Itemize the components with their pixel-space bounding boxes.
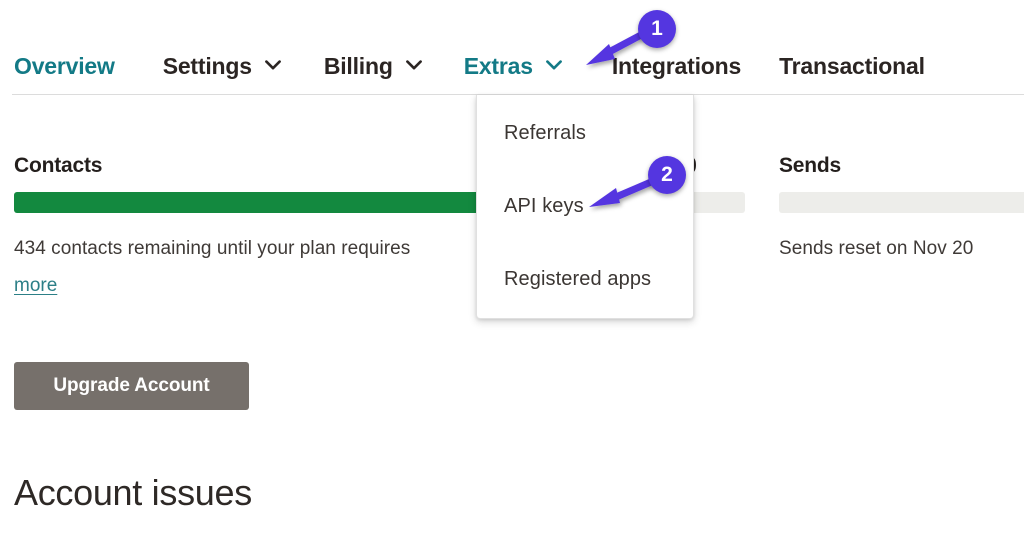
extras-dropdown-menu: Referrals API keys Registered apps (476, 95, 694, 319)
menu-item-referrals[interactable]: Referrals (504, 122, 586, 145)
sends-panel-title: Sends (779, 154, 842, 177)
contacts-remaining-note: 434 contacts remaining until your plan r… (14, 238, 411, 259)
menu-item-registered-apps[interactable]: Registered apps (504, 268, 651, 291)
chevron-down-icon (405, 59, 422, 71)
sends-progress-bar (779, 192, 1024, 213)
primary-navigation: Overview Settings Billing Extras Integra… (0, 38, 1024, 94)
chevron-down-icon (264, 59, 281, 71)
nav-tab-transactional[interactable]: Transactional (779, 53, 925, 80)
menu-item-api-keys[interactable]: API keys (504, 195, 584, 218)
nav-tab-transactional-label: Transactional (779, 52, 925, 79)
nav-tab-billing-label: Billing (323, 52, 393, 79)
nav-tab-integrations[interactable]: Integrations (612, 53, 741, 80)
nav-tab-overview-label: Overview (14, 52, 115, 79)
nav-tab-overview[interactable]: Overview (14, 53, 115, 80)
page-root: Overview Settings Billing Extras Integra… (0, 0, 1024, 544)
contacts-panel-title: Contacts (14, 154, 103, 177)
extras-chevron-icon[interactable] (545, 59, 562, 71)
contacts-more-link[interactable]: more (14, 275, 57, 297)
nav-tab-extras[interactable]: Extras (464, 53, 562, 80)
nav-tab-billing[interactable]: Billing (324, 53, 422, 80)
account-issues-heading: Account issues (14, 472, 252, 513)
nav-tab-extras-label: Extras (463, 52, 533, 79)
nav-tab-integrations-label: Integrations (611, 52, 742, 79)
upgrade-account-button[interactable]: Upgrade Account (14, 362, 249, 410)
nav-tab-settings[interactable]: Settings (163, 53, 281, 80)
nav-tab-settings-label: Settings (162, 52, 252, 79)
sends-reset-note: Sends reset on Nov 20 (779, 238, 974, 259)
contacts-progress-fill (14, 192, 478, 213)
